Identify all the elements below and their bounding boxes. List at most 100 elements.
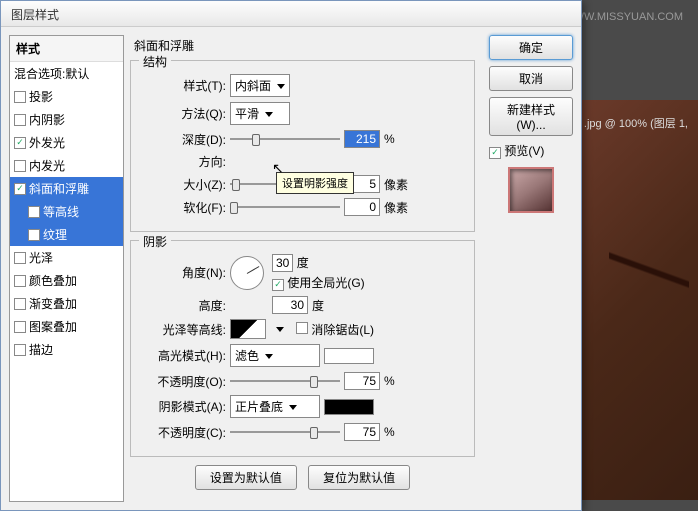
sidebar-checkbox[interactable] (14, 137, 26, 149)
structure-fieldset: 结构 样式(T): 内斜面 方法(Q): 平滑 深度(D): 215 % 方向:… (130, 60, 475, 232)
layer-style-dialog: 图层样式 样式 混合选项:默认 投影内阴影外发光内发光斜面和浮雕等高线纹理光泽颜… (0, 0, 582, 511)
cursor-icon: ↖ (272, 160, 284, 177)
angle-label: 角度(N): (141, 264, 226, 281)
preview-checkbox[interactable] (489, 147, 501, 159)
background-doc-title: .jpg @ 100% (图层 1, (584, 115, 688, 131)
highlight-mode-label: 高光模式(H): (141, 347, 226, 364)
structure-legend: 结构 (139, 53, 171, 70)
soften-unit: 像素 (384, 199, 408, 216)
sidebar-item-9[interactable]: 渐变叠加 (10, 292, 123, 315)
preview-label: 预览(V) (504, 144, 544, 158)
sidebar-item-label: 投影 (29, 88, 53, 105)
sidebar-checkbox[interactable] (28, 229, 40, 241)
antialias-checkbox[interactable] (296, 322, 308, 334)
sidebar-checkbox[interactable] (14, 183, 26, 195)
sidebar-item-11[interactable]: 描边 (10, 338, 123, 361)
highlight-opacity-slider[interactable] (230, 374, 340, 388)
sidebar-item-7[interactable]: 光泽 (10, 246, 123, 269)
sidebar-checkbox[interactable] (14, 344, 26, 356)
ok-button[interactable]: 确定 (489, 35, 573, 60)
altitude-input[interactable]: 30 (272, 296, 308, 314)
sidebar-item-label: 颜色叠加 (29, 272, 77, 289)
shadow-legend: 阴影 (139, 233, 171, 250)
depth-unit: % (384, 132, 395, 146)
style-select[interactable]: 内斜面 (230, 74, 290, 97)
depth-input[interactable]: 215 (344, 130, 380, 148)
make-default-button[interactable]: 设置为默认值 (195, 465, 297, 490)
sidebar-item-label: 图案叠加 (29, 318, 77, 335)
sidebar-item-label: 斜面和浮雕 (29, 180, 89, 197)
shadow-mode-select[interactable]: 正片叠底 (230, 395, 320, 418)
angle-input[interactable]: 30 (272, 254, 293, 272)
method-select[interactable]: 平滑 (230, 102, 290, 125)
angle-control[interactable] (230, 256, 264, 290)
preview-swatch (508, 167, 554, 213)
depth-label: 深度(D): (141, 131, 226, 148)
style-label: 样式(T): (141, 77, 226, 94)
sidebar-checkbox[interactable] (14, 114, 26, 126)
chevron-down-icon (265, 354, 273, 359)
main-panel: 斜面和浮雕 结构 样式(T): 内斜面 方法(Q): 平滑 深度(D): 215… (124, 27, 481, 510)
method-label: 方法(Q): (141, 105, 226, 122)
reset-default-button[interactable]: 复位为默认值 (308, 465, 410, 490)
global-light-label: 使用全局光(G) (287, 276, 364, 290)
direction-label: 方向: (141, 153, 226, 170)
cancel-button[interactable]: 取消 (489, 66, 573, 91)
size-label: 大小(Z): (141, 176, 226, 193)
shadow-mode-label: 阴影模式(A): (141, 398, 226, 415)
depth-slider[interactable] (230, 132, 340, 146)
soften-label: 软化(F): (141, 199, 226, 216)
sidebar-item-label: 描边 (29, 341, 53, 358)
altitude-label: 高度: (141, 297, 226, 314)
sidebar-item-label: 内阴影 (29, 111, 65, 128)
highlight-color-swatch[interactable] (324, 348, 374, 364)
shadow-opacity-slider[interactable] (230, 425, 340, 439)
styles-sidebar: 样式 混合选项:默认 投影内阴影外发光内发光斜面和浮雕等高线纹理光泽颜色叠加渐变… (9, 35, 124, 502)
sidebar-checkbox[interactable] (14, 160, 26, 172)
sidebar-item-5[interactable]: 等高线 (10, 200, 123, 223)
shadow-opacity-input[interactable]: 75 (344, 423, 380, 441)
gloss-contour-label: 光泽等高线: (141, 321, 226, 338)
sidebar-checkbox[interactable] (14, 275, 26, 287)
sidebar-item-3[interactable]: 内发光 (10, 154, 123, 177)
sidebar-checkbox[interactable] (14, 321, 26, 333)
sidebar-item-label: 渐变叠加 (29, 295, 77, 312)
chevron-down-icon (265, 112, 273, 117)
highlight-mode-select[interactable]: 滤色 (230, 344, 320, 367)
sidebar-checkbox[interactable] (14, 252, 26, 264)
panel-title: 斜面和浮雕 (134, 37, 475, 54)
chevron-down-icon[interactable] (276, 327, 284, 332)
new-style-button[interactable]: 新建样式(W)... (489, 97, 573, 136)
sidebar-item-10[interactable]: 图案叠加 (10, 315, 123, 338)
sidebar-item-6[interactable]: 纹理 (10, 223, 123, 246)
sidebar-item-4[interactable]: 斜面和浮雕 (10, 177, 123, 200)
gloss-contour-picker[interactable] (230, 319, 266, 339)
sidebar-item-8[interactable]: 颜色叠加 (10, 269, 123, 292)
sidebar-header: 样式 (10, 36, 123, 62)
sidebar-item-label: 等高线 (43, 203, 79, 220)
soften-slider[interactable] (230, 200, 340, 214)
highlight-opacity-label: 不透明度(O): (141, 373, 226, 390)
dialog-titlebar[interactable]: 图层样式 (1, 1, 581, 27)
chevron-down-icon (289, 405, 297, 410)
background-document (578, 100, 698, 500)
sidebar-checkbox[interactable] (14, 298, 26, 310)
sidebar-checkbox[interactable] (14, 91, 26, 103)
sidebar-item-1[interactable]: 内阴影 (10, 108, 123, 131)
shadow-fieldset: 阴影 角度(N): 30 度 使用全局光(G) 高度: 30 度 光泽等高线: … (130, 240, 475, 457)
sidebar-item-2[interactable]: 外发光 (10, 131, 123, 154)
shadow-color-swatch[interactable] (324, 399, 374, 415)
sidebar-item-0[interactable]: 投影 (10, 85, 123, 108)
sidebar-checkbox[interactable] (28, 206, 40, 218)
size-unit: 像素 (384, 176, 408, 193)
altitude-unit: 度 (312, 297, 324, 314)
soften-input[interactable]: 0 (344, 198, 380, 216)
sidebar-item-label: 光泽 (29, 249, 53, 266)
chevron-down-icon (277, 84, 285, 89)
action-buttons: 确定 取消 新建样式(W)... 预览(V) (481, 27, 581, 510)
sidebar-blend-defaults[interactable]: 混合选项:默认 (10, 62, 123, 85)
highlight-opacity-input[interactable]: 75 (344, 372, 380, 390)
tooltip: 设置明影强度 (276, 172, 354, 194)
global-light-checkbox[interactable] (272, 279, 284, 291)
antialias-label: 消除锯齿(L) (311, 323, 374, 337)
